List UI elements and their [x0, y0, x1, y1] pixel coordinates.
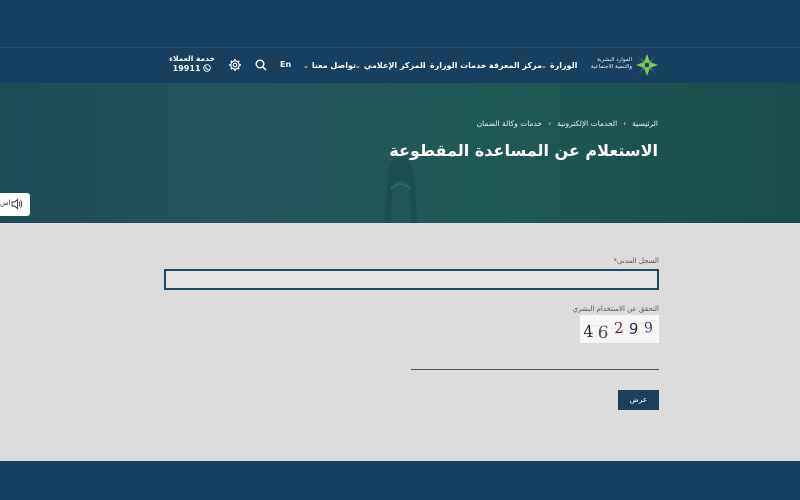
breadcrumb-home[interactable]: الرئيسية: [632, 119, 658, 128]
phone-icon: [203, 64, 212, 72]
top-bar: [0, 0, 800, 47]
captcha-digit: 2: [614, 319, 624, 337]
logo-text: الموارد البشرية والتنمية الاجتماعية: [590, 57, 632, 70]
id-field-label: السجل المدني*: [613, 257, 659, 265]
submit-button[interactable]: عرض: [618, 390, 659, 410]
settings-icon[interactable]: [228, 57, 242, 71]
breadcrumb-current[interactable]: خدمات وكالة الضمان: [477, 119, 543, 128]
nav-item-ministry[interactable]: ⌄ الوزارة: [541, 48, 577, 84]
captcha-digit: 6: [597, 322, 610, 343]
footer: [0, 461, 800, 500]
nav-item-ministry-services[interactable]: ⌄ خدمات الوزارة: [421, 48, 486, 84]
national-id-input[interactable]: [164, 269, 659, 290]
captcha-label: التحقق عن الاستخدام البشري: [572, 305, 659, 313]
nav-item-media-center[interactable]: ⌄ المركز الإعلامي: [355, 48, 426, 84]
page-title: الاستعلام عن المساعدة المقطوعة: [389, 141, 658, 160]
customer-service-label: خدمة العملاء: [169, 54, 215, 63]
logo-emblem-icon: [636, 54, 658, 76]
main-nav: ⌄ الوزارة ⌄ مركز المعرفة ⌄ خدمات الوزارة ⌄ ا…: [0, 47, 800, 83]
speaker-icon: [11, 198, 23, 210]
captcha-input-underline: [411, 369, 659, 370]
search-icon[interactable]: [254, 57, 268, 71]
chevron-down-icon: ⌄: [303, 62, 309, 70]
captcha-digit: 4: [583, 322, 594, 342]
ministry-logo[interactable]: الموارد البشرية والتنمية الاجتماعية: [586, 52, 660, 78]
captcha-digit: 9: [628, 319, 639, 338]
hero-banner: الرئيسية › الخدمات الإلكترونية › خدمات وكالة…: [0, 83, 800, 223]
customer-service-number: 19911: [172, 64, 201, 73]
nav-item-contact-us[interactable]: ⌄ تواصل معنا: [303, 48, 356, 84]
nav-item-knowledge-center[interactable]: ⌄ مركز المعرفة: [480, 48, 542, 84]
accessibility-button[interactable]: اس: [0, 193, 30, 216]
breadcrumb: الرئيسية › الخدمات الإلكترونية › خدمات وكالة…: [477, 119, 658, 128]
customer-service[interactable]: خدمة العملاء 19911: [163, 54, 221, 74]
captcha-digit: 9: [643, 320, 653, 337]
breadcrumb-separator: ›: [548, 119, 552, 128]
captcha-input[interactable]: [411, 352, 659, 369]
language-toggle[interactable]: En: [280, 47, 291, 83]
captcha-image: 4 6 2 9 9: [580, 315, 659, 343]
breadcrumb-e-services[interactable]: الخدمات الإلكترونية: [557, 119, 617, 128]
tower-icon: [384, 155, 418, 223]
breadcrumb-separator: ›: [623, 119, 627, 128]
accessibility-label: اس: [0, 199, 11, 207]
